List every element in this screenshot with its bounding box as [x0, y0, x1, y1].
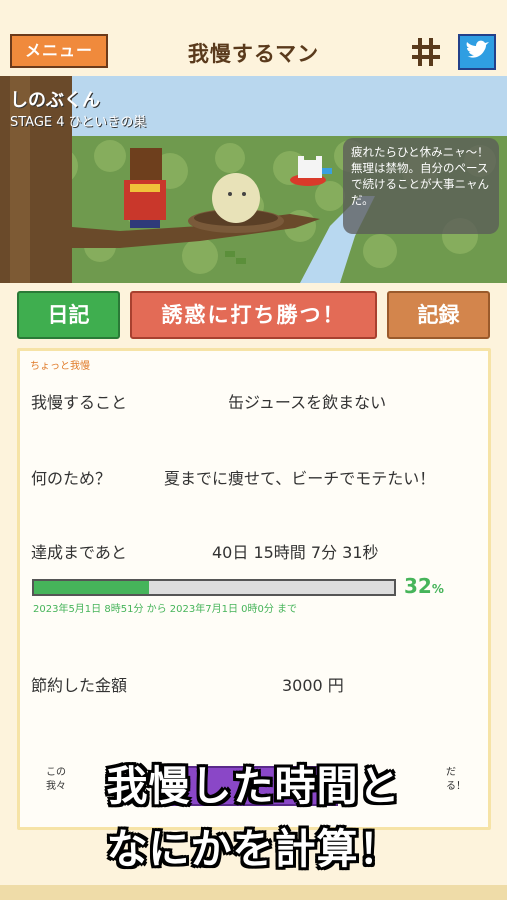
progress-fill — [34, 581, 150, 594]
remaining-label: 達成まであと — [31, 543, 127, 562]
endure-label: 我慢すること — [31, 393, 128, 412]
saved-amount-value: 3000 円 — [282, 676, 344, 695]
progress-bar — [32, 579, 396, 596]
hashtag-icon[interactable] — [410, 36, 442, 68]
speech-bubble: 疲れたらひと休みニャ〜！ 無理は禁物。自分のペースで続けることが大事ニャんだ。 — [343, 138, 499, 234]
twitter-bird-icon[interactable] — [458, 34, 496, 70]
purpose-label: 何のため？ — [31, 469, 112, 488]
panel-tag: ちょっと我慢 — [30, 361, 90, 372]
remaining-value: 40日 15時間 7分 31秒 — [212, 543, 379, 562]
stage-label: STAGE 4 ひといきの巣 — [10, 115, 147, 130]
resist-temptation-button[interactable]: 誘惑に打ち勝つ！ — [130, 291, 377, 339]
promo-caption-line1: 我慢した時間と — [106, 762, 401, 810]
period-text: 2023年5月1日 8時51分 から 2023年7月1日 0時0分 まで — [33, 604, 298, 615]
purpose-value: 夏までに痩せて、ビーチでモテたい！ — [164, 469, 436, 488]
diary-button[interactable]: 日記 — [17, 291, 120, 339]
character-name: しのぶくん — [10, 90, 100, 111]
promo-caption-line2: なにかを計算！ — [106, 825, 401, 873]
bottom-bar — [0, 885, 507, 900]
saved-amount-label: 節約した金額 — [31, 676, 128, 695]
progress-percent: 32% — [404, 574, 444, 598]
endure-value: 缶ジュースを飲まない — [228, 393, 387, 412]
record-button[interactable]: 記録 — [387, 291, 490, 339]
